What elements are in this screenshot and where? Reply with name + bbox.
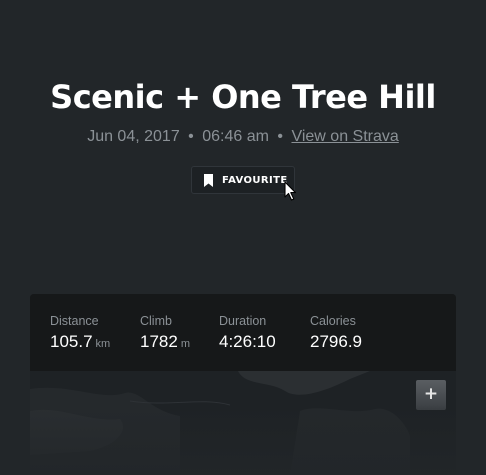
- separator: •: [188, 128, 194, 145]
- favourite-label: FAVOURITE: [222, 174, 288, 186]
- stat-unit: km: [95, 338, 111, 350]
- activity-time: 06:46 am: [202, 128, 269, 145]
- bookmark-icon: [204, 173, 213, 187]
- zoom-in-button[interactable]: +: [416, 380, 446, 410]
- stat-label: Duration: [219, 314, 267, 328]
- stats-bar: Distance 105.7 km Climb 1782 m Duration 4:…: [30, 294, 456, 371]
- stat-value: 2796.9: [310, 332, 362, 352]
- stat-climb: Climb 1782 m: [140, 314, 190, 352]
- stat-label: Climb: [140, 314, 172, 328]
- separator: •: [277, 128, 284, 145]
- stat-value: 1782 m: [140, 332, 190, 352]
- map-terrain: [30, 371, 410, 475]
- stat-number: 1782: [140, 332, 178, 351]
- mouse-pointer-icon: [284, 181, 297, 201]
- stat-value: 105.7 km: [50, 332, 110, 352]
- stat-calories: Calories 2796.9: [310, 314, 362, 352]
- page-title: Scenic + One Tree Hill: [50, 78, 436, 116]
- activity-date: Jun 04, 2017: [87, 128, 180, 145]
- stat-label: Calories: [310, 314, 356, 328]
- stat-label: Distance: [50, 314, 99, 328]
- stat-duration: Duration 4:26:10: [219, 314, 276, 352]
- stat-number: 105.7: [50, 332, 93, 351]
- stat-number: 2796.9: [310, 332, 362, 351]
- activity-meta: Jun 04, 2017 • 06:46 am • View on Strava: [0, 128, 486, 146]
- stat-distance: Distance 105.7 km: [50, 314, 110, 352]
- view-on-strava-link[interactable]: View on Strava: [291, 128, 398, 145]
- activity-card: Distance 105.7 km Climb 1782 m Duration 4:…: [30, 294, 456, 475]
- stat-unit: m: [180, 338, 190, 350]
- stat-number: 4:26:10: [219, 332, 276, 351]
- route-map[interactable]: +: [30, 371, 456, 475]
- favourite-button[interactable]: FAVOURITE: [191, 166, 295, 194]
- stat-value: 4:26:10: [219, 332, 276, 352]
